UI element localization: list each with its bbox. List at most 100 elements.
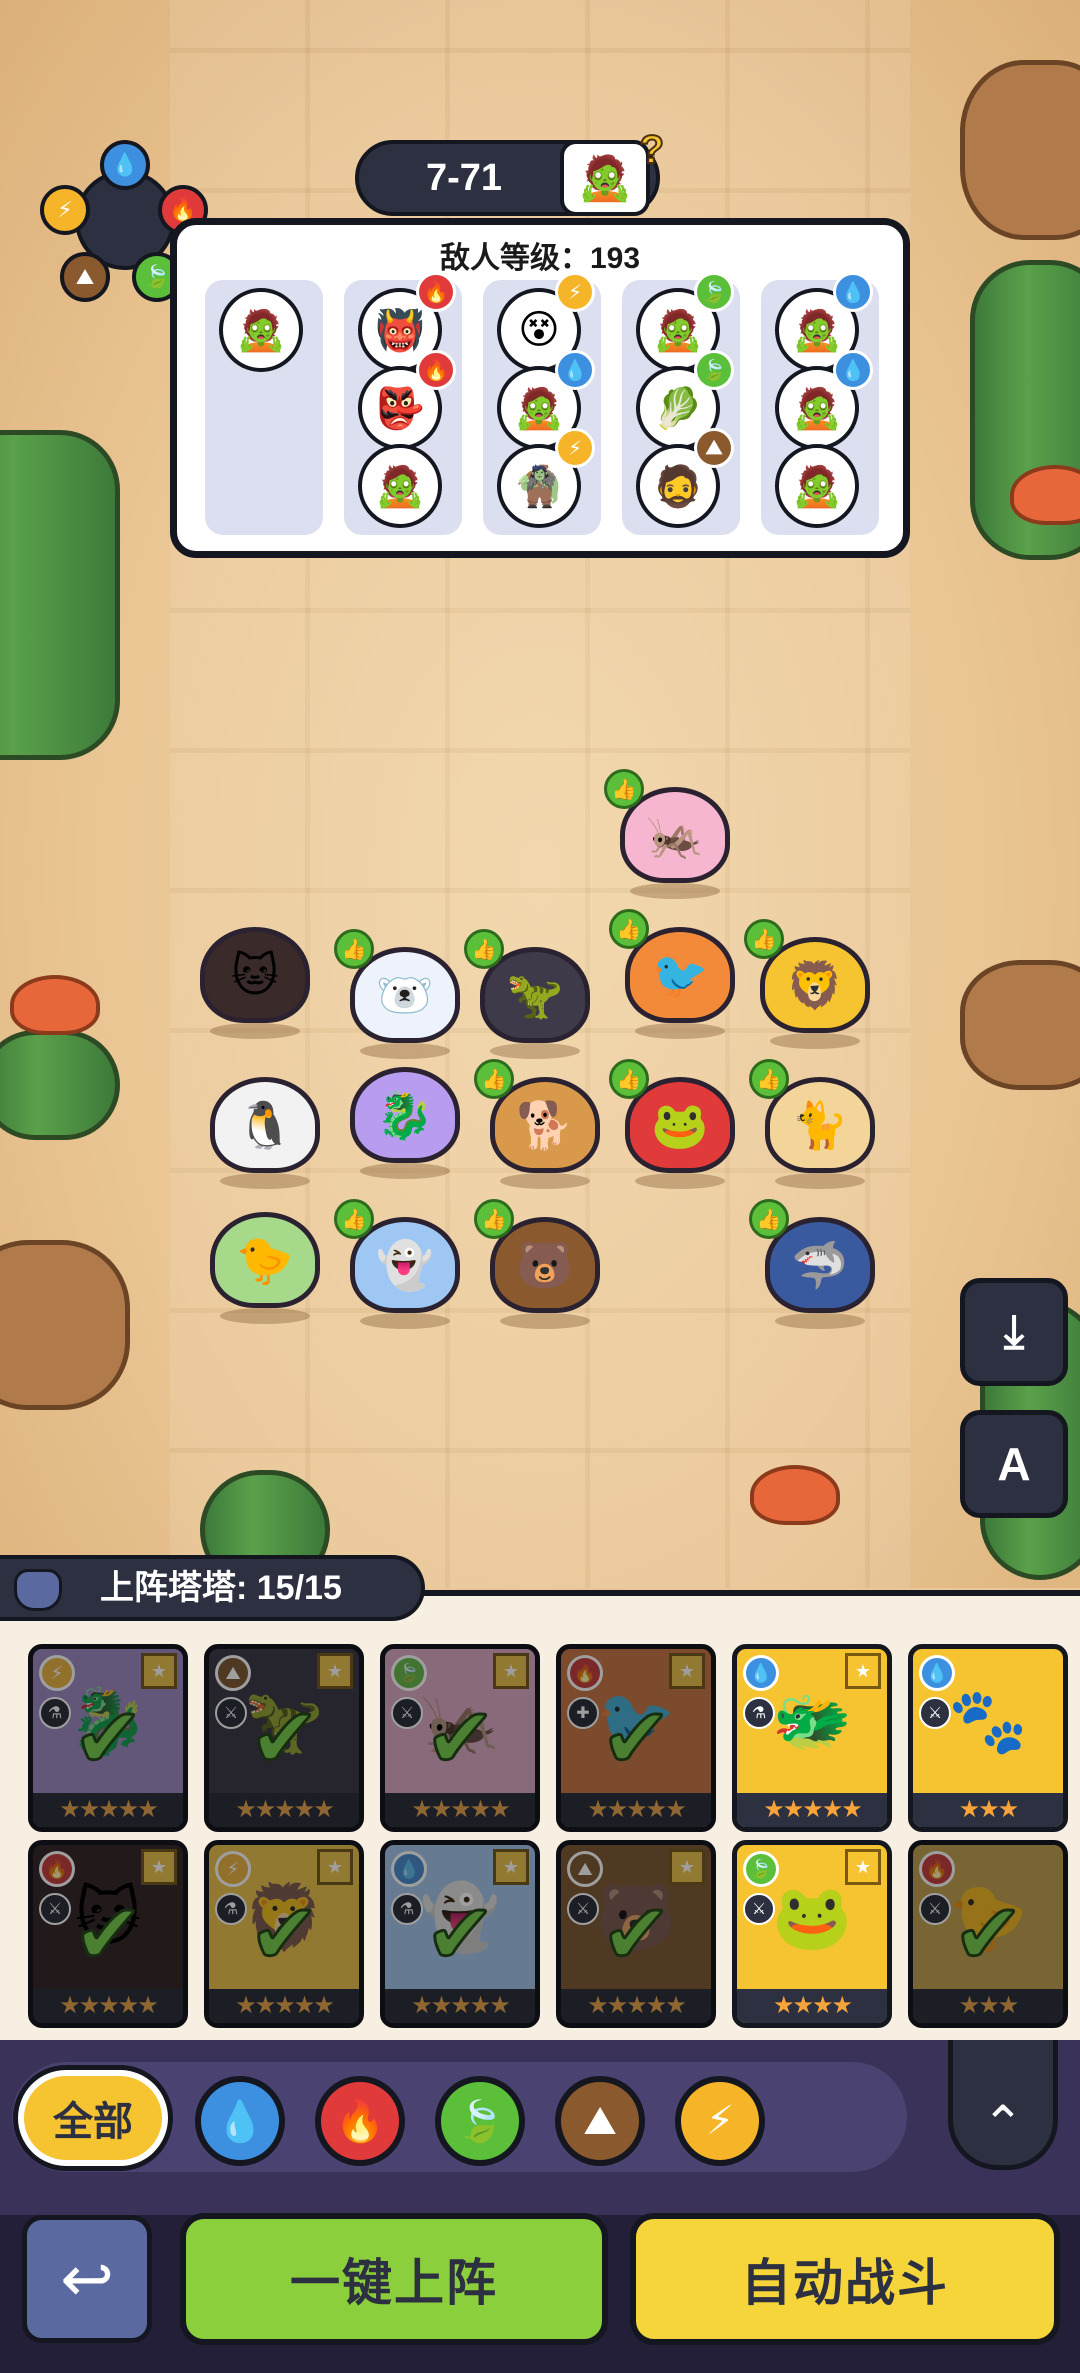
role-icon: ⚔ bbox=[919, 1697, 951, 1729]
favorite-star-icon[interactable]: ★ bbox=[317, 1849, 353, 1885]
enemy-zombie: 🧟 bbox=[219, 288, 303, 372]
auto-settings-button[interactable]: A bbox=[960, 1410, 1068, 1518]
role-icon: ⚗ bbox=[743, 1697, 775, 1729]
favorite-star-icon[interactable]: ★ bbox=[845, 1849, 881, 1885]
auto-deploy-button[interactable]: 一键上阵 bbox=[180, 2213, 608, 2345]
board-unit-polar-bear[interactable]: 🐻‍❄️ 👍 bbox=[334, 929, 470, 1059]
board-unit-leaf-bird[interactable]: 🐤 bbox=[200, 1200, 330, 1324]
unit-roster[interactable]: 🐉 ⚡ ⚗ ★ ★★★★★ ✔ 🦖 ⛰ ⚔ ★ ★★★★★ ✔ 🦗 🍃 ⚔ ★ … bbox=[0, 1590, 1080, 2040]
role-icon: ⚗ bbox=[39, 1697, 71, 1729]
chevron-up-icon: ⌃ bbox=[982, 2096, 1024, 2152]
rock-decoration bbox=[960, 960, 1080, 1090]
board-unit-shiba[interactable]: 🐕 👍 bbox=[474, 1059, 610, 1189]
enemy-wave-2: 👹 🔥 👺 🔥 🧟 bbox=[344, 272, 462, 535]
enemy-wave-3: 😵 ⚡ 🧟 💧 🧌 ⚡ bbox=[483, 272, 601, 535]
download-icon: ⤓ bbox=[1003, 1305, 1025, 1357]
filter-grass-button[interactable]: 🍃 bbox=[435, 2076, 525, 2166]
roster-card[interactable]: 🦁 ⚡ ⚗ ★ ★★★★★ ✔ bbox=[204, 1840, 364, 2028]
filter-thunder-button[interactable]: ⚡ bbox=[675, 2076, 765, 2166]
like-icon: 👍 bbox=[464, 929, 504, 969]
roster-card[interactable]: 🦗 🍃 ⚔ ★ ★★★★★ ✔ bbox=[380, 1644, 540, 1832]
auto-battle-button[interactable]: 自动战斗 bbox=[630, 2213, 1060, 2345]
enemy-level-text: 敌人等级：193 bbox=[439, 242, 641, 275]
fire-icon: 🔥 bbox=[416, 350, 456, 390]
favorite-star-icon[interactable]: ★ bbox=[493, 1653, 529, 1689]
fire-icon: 🔥 bbox=[919, 1851, 955, 1887]
back-button[interactable]: ↩ bbox=[22, 2215, 152, 2343]
deployed-check-icon: ✔ bbox=[423, 1690, 496, 1787]
star-rating: ★★★★★ bbox=[385, 1793, 535, 1827]
board-unit-bear-cub[interactable]: 🐻 👍 bbox=[474, 1199, 610, 1329]
thunder-icon: ⚡ bbox=[40, 185, 90, 235]
favorite-star-icon[interactable]: ★ bbox=[141, 1653, 177, 1689]
earth-icon: ⛰ bbox=[60, 252, 110, 302]
fire-icon: 🔥 bbox=[39, 1851, 75, 1887]
question-mark-icon: ? bbox=[639, 127, 665, 173]
like-icon: 👍 bbox=[474, 1059, 514, 1099]
action-bar: ↩ 一键上阵 自动战斗 bbox=[0, 2213, 1080, 2373]
grass-icon: 🍃 bbox=[694, 350, 734, 390]
flower-decoration bbox=[10, 975, 100, 1035]
roster-card[interactable]: 🐲 💧 ⚗ ★ ★★★★★ bbox=[732, 1644, 892, 1832]
roster-card[interactable]: 🐦 🔥 ✚ ★ ★★★★★ ✔ bbox=[556, 1644, 716, 1832]
favorite-star-icon[interactable]: ★ bbox=[669, 1653, 705, 1689]
board-unit-yellow-cat[interactable]: 🐈 👍 bbox=[749, 1059, 885, 1189]
favorite-star-icon[interactable]: ★ bbox=[669, 1849, 705, 1885]
deployed-check-icon: ✔ bbox=[71, 1690, 144, 1787]
boss-preview-button[interactable]: 🧟 bbox=[560, 140, 650, 216]
roster-card[interactable]: 🐱 🔥 ⚔ ★ ★★★★★ ✔ bbox=[28, 1840, 188, 2028]
like-icon: 👍 bbox=[609, 909, 649, 949]
like-icon: 👍 bbox=[474, 1199, 514, 1239]
roster-card[interactable]: 🐉 ⚡ ⚗ ★ ★★★★★ ✔ bbox=[28, 1644, 188, 1832]
role-icon: ⚔ bbox=[215, 1697, 247, 1729]
board-unit-fire-cat[interactable]: 🐱 bbox=[190, 915, 320, 1039]
filter-all-button[interactable]: 全部 bbox=[18, 2070, 168, 2166]
roster-card[interactable]: 🐻 ⛰ ⚔ ★ ★★★★★ ✔ bbox=[556, 1840, 716, 2028]
board-unit-red-toad[interactable]: 🐸 👍 bbox=[609, 1059, 745, 1189]
roster-card[interactable]: 👻 💧 ⚗ ★ ★★★★★ ✔ bbox=[380, 1840, 540, 2028]
deployed-check-icon: ✔ bbox=[599, 1690, 672, 1787]
board-unit-thunder-shark[interactable]: 🦈 👍 bbox=[749, 1199, 885, 1329]
star-rating: ★★★★★ bbox=[561, 1989, 711, 2023]
filter-fire-button[interactable]: 🔥 bbox=[315, 2076, 405, 2166]
favorite-star-icon[interactable]: ★ bbox=[845, 1653, 881, 1689]
like-icon: 👍 bbox=[334, 929, 374, 969]
roster-card[interactable]: 🦖 ⛰ ⚔ ★ ★★★★★ ✔ bbox=[204, 1644, 364, 1832]
star-rating: ★★★★ bbox=[737, 1989, 887, 2023]
favorite-star-icon[interactable]: ★ bbox=[493, 1849, 529, 1885]
role-icon: ⚔ bbox=[743, 1893, 775, 1925]
roster-card[interactable]: 🐤 🔥 ⚔ ★★★ ✔ bbox=[908, 1840, 1068, 2028]
enemy-panel: 敌人等级：193 🧟 👹 🔥 👺 🔥 🧟 😵 ⚡ 🧟 💧 🧌 ⚡ 🧟 🍃 🥬 🍃… bbox=[170, 218, 910, 558]
water-icon: 💧 bbox=[391, 1851, 427, 1887]
board-unit-pink-mantis[interactable]: 🦗 👍 bbox=[604, 769, 740, 899]
board-unit-water-spirit[interactable]: 👻 👍 bbox=[334, 1199, 470, 1329]
stage-indicator: 7-71 🧟 ? bbox=[355, 127, 665, 216]
board-unit-dark-dino[interactable]: 🦖 👍 bbox=[464, 929, 600, 1059]
board-unit-penguin[interactable]: 🐧 bbox=[200, 1065, 330, 1189]
enemy-wave-5: 🧟 💧 🧟 💧 🧟 bbox=[761, 272, 879, 535]
roster-card[interactable]: 🐾 💧 ⚔ ★★★ bbox=[908, 1644, 1068, 1832]
thunder-icon: ⚡ bbox=[215, 1851, 251, 1887]
board-unit-fire-bird[interactable]: 🐦 👍 bbox=[609, 909, 745, 1039]
filter-earth-button[interactable]: ⛰ bbox=[555, 2076, 645, 2166]
rock-decoration bbox=[960, 60, 1080, 240]
favorite-star-icon[interactable]: ★ bbox=[141, 1849, 177, 1885]
save-formation-button[interactable]: ⤓ bbox=[960, 1278, 1068, 1386]
water-icon: 💧 bbox=[555, 350, 595, 390]
rock-decoration bbox=[0, 1240, 130, 1410]
filter-water-button[interactable]: 💧 bbox=[195, 2076, 285, 2166]
grass-icon: 🍃 bbox=[391, 1655, 427, 1691]
enemy-zombie: 🧟 bbox=[775, 444, 859, 528]
back-arrow-icon: ↩ bbox=[60, 2242, 114, 2315]
water-icon: 💧 bbox=[100, 140, 150, 190]
role-icon: ✚ bbox=[567, 1697, 599, 1729]
board-unit-purple-dragon[interactable]: 🐉 bbox=[340, 1055, 470, 1179]
collapse-roster-button[interactable]: ⌃ bbox=[948, 2040, 1058, 2170]
board-unit-thunder-lion[interactable]: 🦁 👍 bbox=[744, 919, 880, 1049]
roster-card[interactable]: 🐸 🍃 ⚔ ★ ★★★★ bbox=[732, 1840, 892, 2028]
like-icon: 👍 bbox=[609, 1059, 649, 1099]
favorite-star-icon[interactable]: ★ bbox=[317, 1653, 353, 1689]
star-rating: ★★★ bbox=[913, 1793, 1063, 1827]
thunder-icon: ⚡ bbox=[555, 272, 595, 312]
grass-icon: 🍃 bbox=[694, 272, 734, 312]
